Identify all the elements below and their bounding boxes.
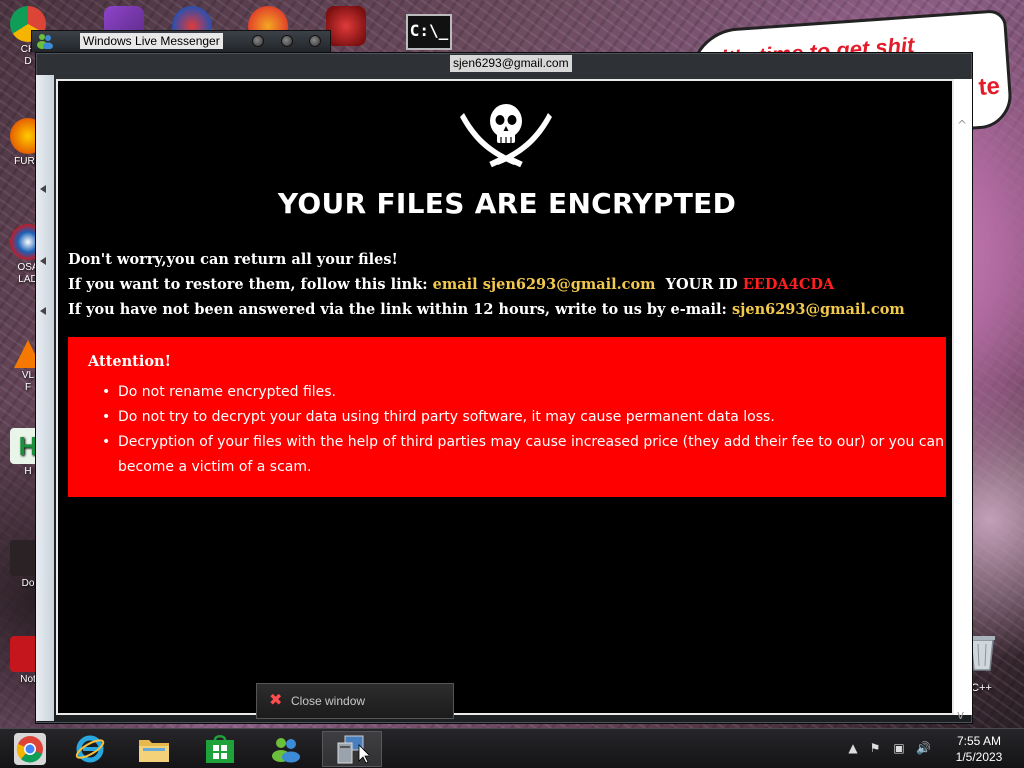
taskbar: ▲ ⚑ ▣ 🔊 7:55 AM 1/5/2023 [0,728,1024,768]
background-window-scrollbar[interactable]: ^ v [954,79,972,721]
fallback-contact-line: If you have not been answered via the li… [68,301,905,318]
flag-icon[interactable]: ⚑ [868,741,882,755]
clock-time: 7:55 AM [956,734,1002,748]
fallback-prefix: If you have not been answered via the li… [68,301,727,318]
messenger-buddy-icon [37,34,53,49]
arrow-left-icon [40,185,46,193]
list-item: Decryption of your files with the help o… [100,430,946,480]
chevron-up-icon[interactable]: ^ [957,119,967,131]
computer-icon [337,735,369,764]
attention-box: Attention! Do not rename encrypted files… [68,337,946,497]
ransom-window[interactable]: sjen6293@gmail.com YOUR FILES ARE ENCRYP… [35,52,973,724]
close-button[interactable] [309,35,321,47]
chevron-down-icon[interactable]: v [957,709,964,721]
minimize-button[interactable] [252,35,264,47]
taskbar-file-explorer[interactable] [124,731,184,767]
taskbar-messenger[interactable] [256,731,316,767]
clock[interactable]: 7:55 AM 1/5/2023 [946,733,1012,765]
maximize-button[interactable] [281,35,293,47]
close-window-label: Close window [291,694,366,708]
clock-date: 1/5/2023 [955,750,1003,764]
skull-crossbones-icon [460,104,552,168]
folder-icon [139,740,169,762]
app-v-icon[interactable] [326,6,366,46]
window-title: sjen6293@gmail.com [450,55,572,72]
messenger-window[interactable]: Windows Live Messenger [31,30,331,52]
background-window-edge [36,75,54,721]
reassurance-line: Don't worry,you can return all your file… [68,251,398,268]
taskbar-store[interactable] [190,731,250,767]
messenger-icon [272,738,300,763]
arrow-left-icon [40,307,46,315]
taskbar-ransomware-app[interactable] [322,731,382,767]
attention-list: Do not rename encrypted files. Do not tr… [100,380,946,480]
restore-prefix: If you want to restore them, follow this… [68,276,428,293]
victim-id: EEDA4CDA [742,276,835,293]
close-window-popup[interactable]: ✖ Close window [256,683,454,719]
ransom-note-content: YOUR FILES ARE ENCRYPTED Don't worry,you… [56,79,954,715]
page-title: YOUR FILES ARE ENCRYPTED [277,187,737,220]
chrome-icon [14,733,46,765]
restore-instructions-line: If you want to restore them, follow this… [68,276,834,293]
fallback-email-link[interactable]: sjen6293@gmail.com [732,301,905,318]
taskbar-internet-explorer[interactable] [60,731,120,767]
store-icon [206,735,234,763]
arrow-left-icon [40,257,46,265]
list-item: Do not try to decrypt your data using th… [100,405,946,430]
taskbar-chrome[interactable] [0,731,60,767]
chevron-up-icon[interactable]: ▲ [846,741,860,755]
command-prompt-icon[interactable]: C:\_ [406,14,452,50]
list-item: Do not rename encrypted files. [100,380,946,405]
close-icon: ✖ [269,690,283,709]
bubble-text-fragment: te [977,72,1001,102]
id-label: YOUR ID [665,276,738,293]
messenger-title: Windows Live Messenger [80,33,223,49]
attention-title: Attention! [88,353,171,370]
network-icon[interactable]: ▣ [892,741,906,755]
internet-explorer-icon [75,735,105,763]
volume-icon[interactable]: 🔊 [916,741,931,755]
contact-email-link[interactable]: email sjen6293@gmail.com [433,276,656,293]
